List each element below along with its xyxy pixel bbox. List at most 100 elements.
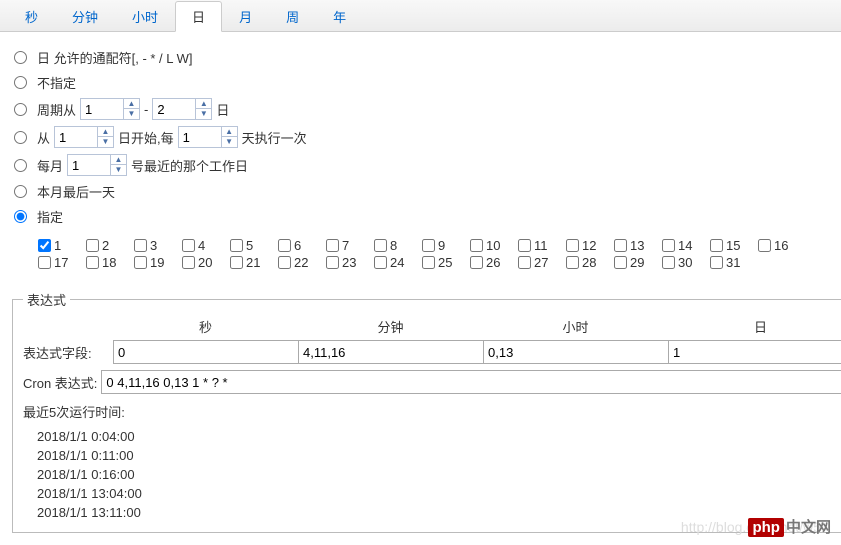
label-cycle-unit: 日 (216, 100, 229, 119)
checkbox-day-8[interactable] (374, 239, 387, 252)
day-13[interactable]: 13 (614, 238, 656, 253)
checkbox-day-12[interactable] (566, 239, 579, 252)
day-25[interactable]: 25 (422, 255, 464, 270)
day-24[interactable]: 24 (374, 255, 416, 270)
field-日[interactable] (668, 340, 841, 364)
down-icon[interactable]: ▼ (222, 137, 237, 147)
day-11[interactable]: 11 (518, 238, 560, 253)
down-icon[interactable]: ▼ (124, 109, 139, 119)
checkbox-day-29[interactable] (614, 256, 627, 269)
day-19[interactable]: 19 (134, 255, 176, 270)
down-icon[interactable]: ▼ (98, 137, 113, 147)
up-icon[interactable]: ▲ (98, 127, 113, 137)
input-cron[interactable] (101, 370, 841, 394)
radio-unspec[interactable] (14, 76, 27, 89)
checkbox-day-25[interactable] (422, 256, 435, 269)
day-29[interactable]: 29 (614, 255, 656, 270)
tab-周[interactable]: 周 (269, 1, 316, 32)
field-分钟[interactable] (298, 340, 484, 364)
up-icon[interactable]: ▲ (124, 99, 139, 109)
tab-日[interactable]: 日 (175, 1, 222, 32)
checkbox-day-31[interactable] (710, 256, 723, 269)
radio-month[interactable] (14, 159, 27, 172)
day-22[interactable]: 22 (278, 255, 320, 270)
day-8[interactable]: 8 (374, 238, 416, 253)
day-14[interactable]: 14 (662, 238, 704, 253)
day-15[interactable]: 15 (710, 238, 752, 253)
field-秒[interactable] (113, 340, 299, 364)
day-21[interactable]: 21 (230, 255, 272, 270)
checkbox-day-4[interactable] (182, 239, 195, 252)
day-12[interactable]: 12 (566, 238, 608, 253)
day-10[interactable]: 10 (470, 238, 512, 253)
day-9[interactable]: 9 (422, 238, 464, 253)
checkbox-day-13[interactable] (614, 239, 627, 252)
field-小时[interactable] (483, 340, 669, 364)
day-27[interactable]: 27 (518, 255, 560, 270)
checkbox-day-1[interactable] (38, 239, 51, 252)
tab-月[interactable]: 月 (222, 1, 269, 32)
checkbox-day-28[interactable] (566, 256, 579, 269)
day-23[interactable]: 23 (326, 255, 368, 270)
checkbox-day-18[interactable] (86, 256, 99, 269)
up-icon[interactable]: ▲ (222, 127, 237, 137)
checkbox-day-21[interactable] (230, 256, 243, 269)
checkbox-day-26[interactable] (470, 256, 483, 269)
checkbox-day-16[interactable] (758, 239, 771, 252)
day-28[interactable]: 28 (566, 255, 608, 270)
down-icon[interactable]: ▼ (111, 165, 126, 175)
checkbox-day-3[interactable] (134, 239, 147, 252)
checkbox-day-27[interactable] (518, 256, 531, 269)
day-1[interactable]: 1 (38, 238, 80, 253)
recent-item: 2018/1/1 0:16:00 (23, 465, 841, 484)
radio-from[interactable] (14, 131, 27, 144)
checkbox-day-10[interactable] (470, 239, 483, 252)
day-30[interactable]: 30 (662, 255, 704, 270)
up-icon[interactable]: ▲ (111, 155, 126, 165)
day-7[interactable]: 7 (326, 238, 368, 253)
checkbox-day-24[interactable] (374, 256, 387, 269)
day-3[interactable]: 3 (134, 238, 176, 253)
label-from-end: 天执行一次 (242, 128, 307, 147)
day-26[interactable]: 26 (470, 255, 512, 270)
day-31[interactable]: 31 (710, 255, 752, 270)
input-month-val[interactable] (68, 156, 110, 175)
tab-分钟[interactable]: 分钟 (55, 1, 115, 32)
checkbox-day-11[interactable] (518, 239, 531, 252)
day-16[interactable]: 16 (758, 238, 800, 253)
checkbox-day-15[interactable] (710, 239, 723, 252)
day-17[interactable]: 17 (38, 255, 80, 270)
radio-last[interactable] (14, 185, 27, 198)
day-2[interactable]: 2 (86, 238, 128, 253)
checkbox-day-6[interactable] (278, 239, 291, 252)
input-cycle-b[interactable] (153, 100, 195, 119)
recent-item: 2018/1/1 0:04:00 (23, 427, 841, 446)
input-cycle-a[interactable] (81, 100, 123, 119)
checkbox-day-9[interactable] (422, 239, 435, 252)
checkbox-day-7[interactable] (326, 239, 339, 252)
checkbox-day-23[interactable] (326, 256, 339, 269)
input-from-step[interactable] (179, 128, 221, 147)
radio-cycle[interactable] (14, 103, 27, 116)
up-icon[interactable]: ▲ (196, 99, 211, 109)
checkbox-day-2[interactable] (86, 239, 99, 252)
tab-秒[interactable]: 秒 (8, 1, 55, 32)
tab-年[interactable]: 年 (316, 1, 363, 32)
day-6[interactable]: 6 (278, 238, 320, 253)
day-4[interactable]: 4 (182, 238, 224, 253)
checkbox-day-5[interactable] (230, 239, 243, 252)
input-from-val[interactable] (55, 128, 97, 147)
down-icon[interactable]: ▼ (196, 109, 211, 119)
day-20[interactable]: 20 (182, 255, 224, 270)
day-18[interactable]: 18 (86, 255, 128, 270)
checkbox-day-20[interactable] (182, 256, 195, 269)
radio-spec[interactable] (14, 210, 27, 223)
checkbox-day-17[interactable] (38, 256, 51, 269)
day-5[interactable]: 5 (230, 238, 272, 253)
checkbox-day-30[interactable] (662, 256, 675, 269)
checkbox-day-19[interactable] (134, 256, 147, 269)
tab-小时[interactable]: 小时 (115, 1, 175, 32)
checkbox-day-22[interactable] (278, 256, 291, 269)
checkbox-day-14[interactable] (662, 239, 675, 252)
radio-wildcard[interactable] (14, 51, 27, 64)
